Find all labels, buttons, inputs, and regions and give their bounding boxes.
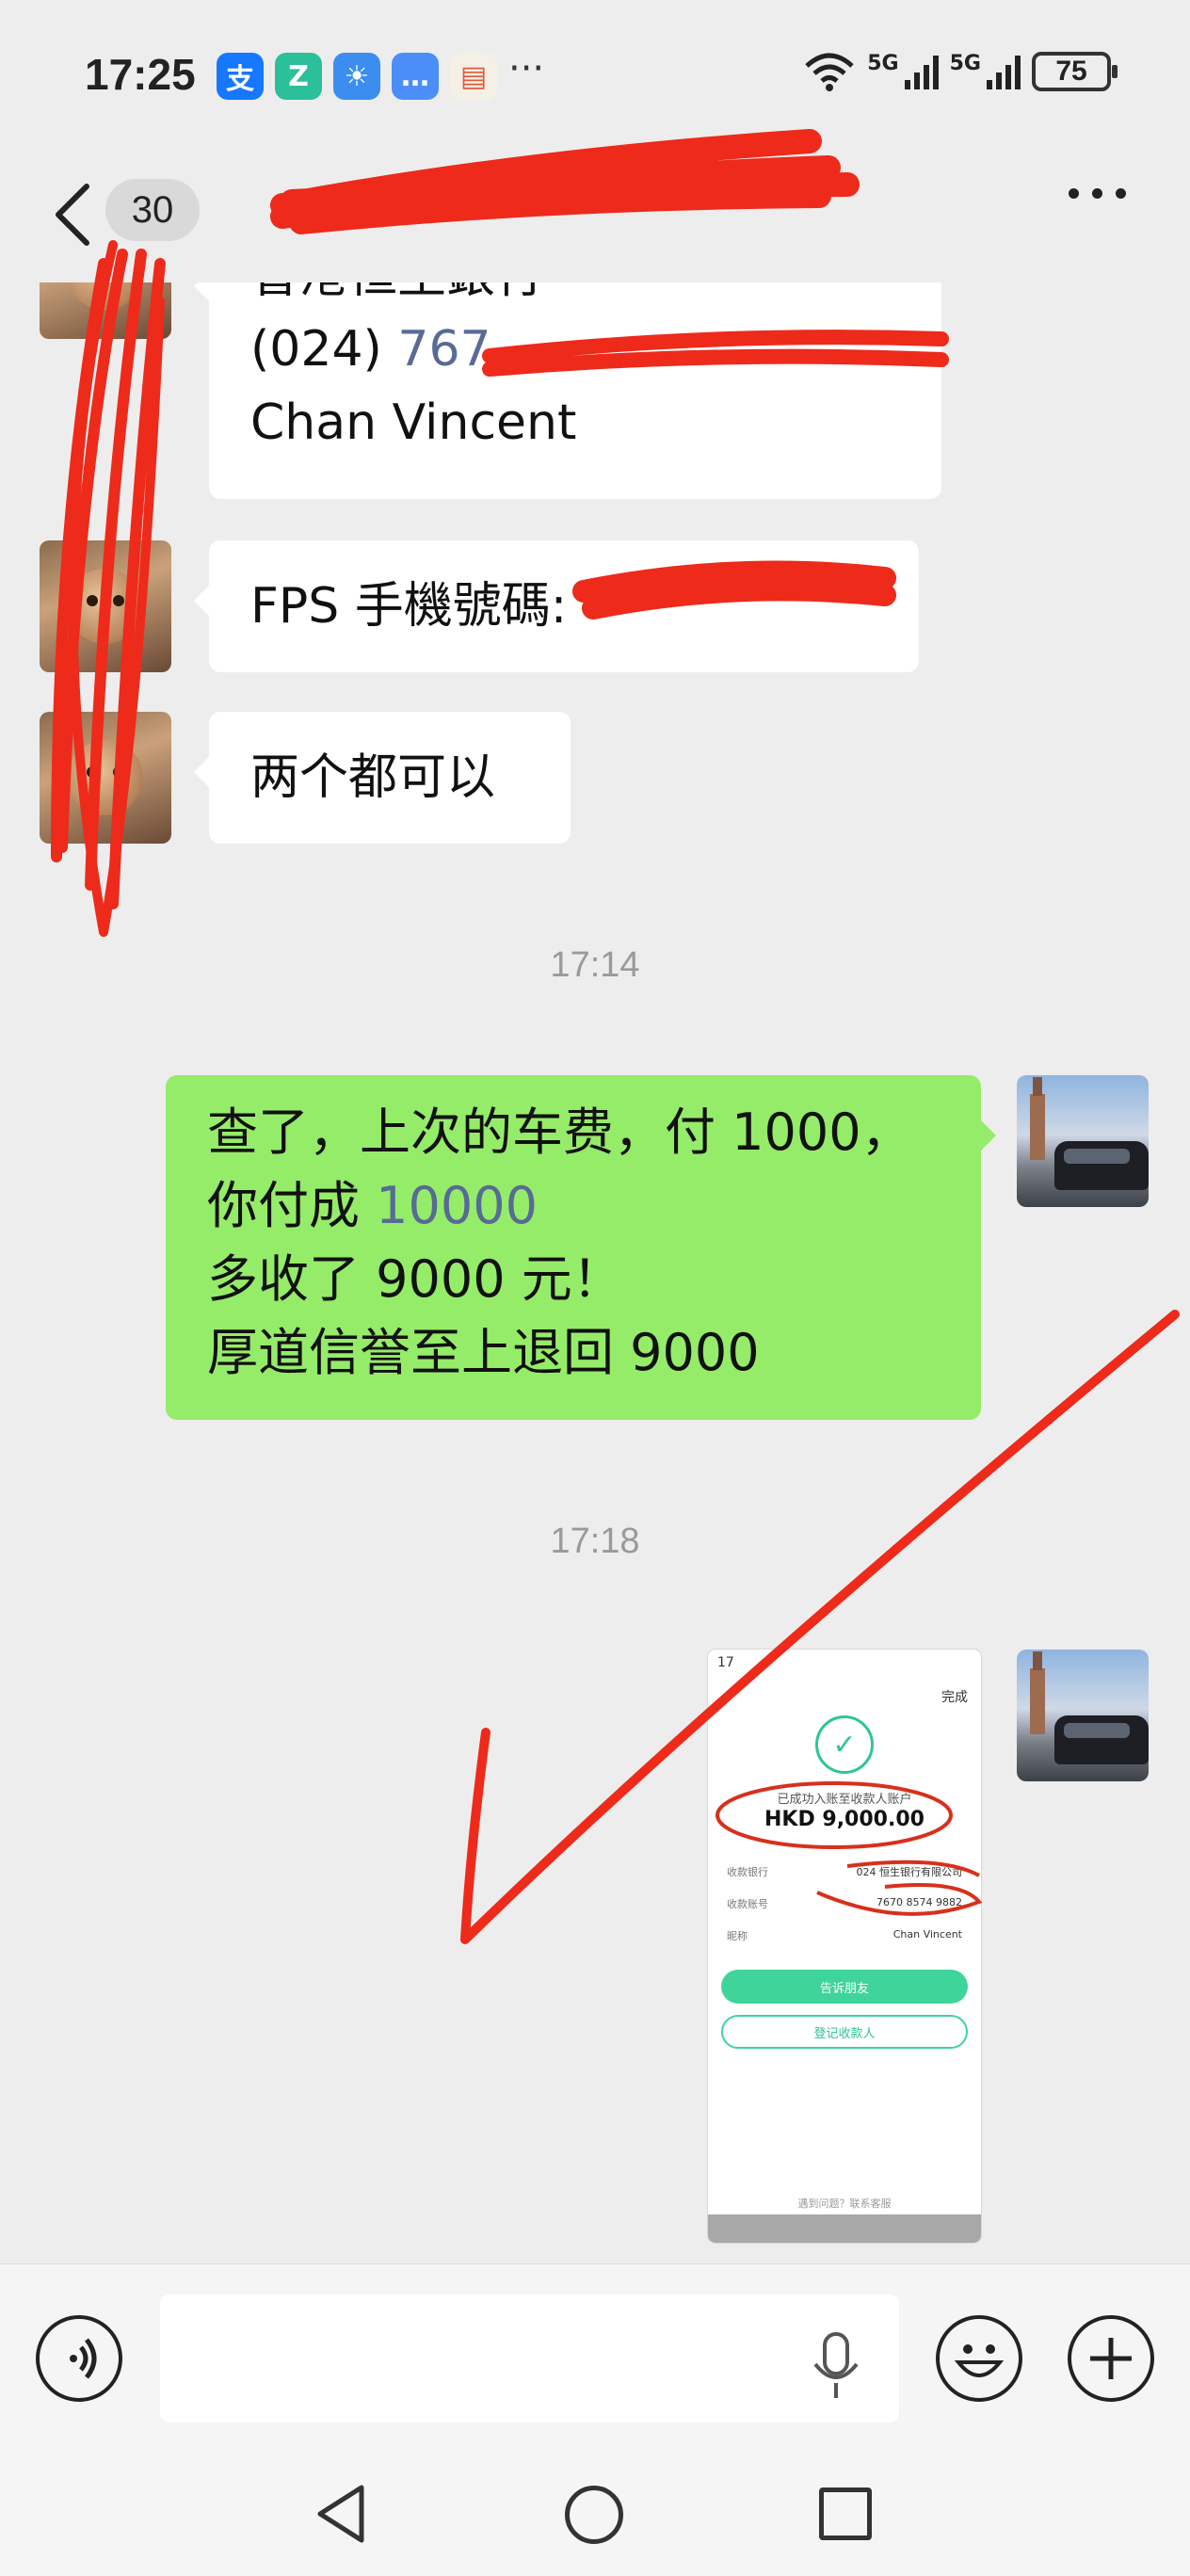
- message-line: 你付成 10000: [207, 1176, 538, 1235]
- message-icon: …: [392, 53, 439, 100]
- amount-link[interactable]: 10000: [376, 1176, 538, 1235]
- more-notifications-icon: ···: [508, 47, 545, 90]
- nav-home-icon[interactable]: [565, 2486, 623, 2544]
- network-type-1: 5G: [867, 51, 899, 75]
- image-register-payee-button: 登记收款人: [721, 2015, 968, 2049]
- image-row: 昵称 Chan Vincent: [727, 1928, 962, 1942]
- more-options-icon[interactable]: [1069, 188, 1126, 199]
- image-status-time: 17: [717, 1655, 734, 1670]
- message-line: 多收了 9000 元！: [207, 1249, 623, 1309]
- alipay-icon: 支: [217, 53, 264, 100]
- status-bar: 17:25 支 Z ☀ … ▤ ··· 5G 5G 75: [0, 0, 1190, 151]
- voice-mode-button[interactable]: [36, 2315, 122, 2402]
- voice-wave-icon: [70, 2338, 97, 2379]
- wallet-icon: ▤: [450, 53, 497, 100]
- message-text: 两个都可以: [250, 749, 496, 806]
- nav-back-icon[interactable]: [313, 2482, 369, 2546]
- my-avatar[interactable]: [1017, 1650, 1149, 1781]
- image-row: 收款银行 024 恒生银行有限公司: [727, 1866, 962, 1878]
- image-footer: 遇到问题？联系客服: [797, 2198, 892, 2210]
- status-indicators: 5G 5G 75: [803, 51, 1118, 92]
- incoming-message-bank-info[interactable]: 香港恒生銀行 (024) 767 Chan Vincent: [194, 282, 941, 499]
- friend-avatar[interactable]: [40, 282, 171, 339]
- network-type-2: 5G: [949, 51, 981, 75]
- signal-icon-1: [904, 54, 939, 89]
- incoming-message-fps[interactable]: FPS 手機號碼:: [194, 540, 919, 672]
- more-actions-button[interactable]: [1068, 2315, 1154, 2402]
- message-line: 查了，上次的车费，付 1000，: [207, 1103, 912, 1162]
- image-caption: 已成功入账至收款人账户: [777, 1793, 912, 1807]
- fps-label-text: FPS 手機號碼:: [250, 578, 568, 635]
- chat-message-list[interactable]: 香港恒生銀行 (024) 767 Chan Vincent FPS 手機號碼: …: [0, 282, 1190, 2260]
- account-holder-text: Chan Vincent: [250, 394, 577, 451]
- image-nav-bar: [708, 2214, 981, 2243]
- account-number-link[interactable]: 767: [397, 321, 490, 378]
- weather-icon: ☀: [333, 53, 380, 100]
- signal-icon-2: [987, 54, 1021, 89]
- image-amount: HKD 9,000.00: [764, 1808, 925, 1831]
- message-line: 厚道信誉至上退回 9000: [207, 1323, 760, 1382]
- timestamp: 17:18: [550, 1521, 640, 1561]
- my-avatar[interactable]: [1017, 1075, 1149, 1207]
- system-nav-bar: [0, 2452, 1190, 2576]
- outgoing-image-transfer-receipt[interactable]: 17 完成 ✓ 已成功入账至收款人账户 HKD 9,000.00 收款银行 024…: [708, 1650, 981, 2243]
- nav-recents-icon[interactable]: [819, 2487, 872, 2540]
- timestamp: 17:14: [550, 945, 640, 985]
- microphone-icon[interactable]: [810, 2330, 862, 2402]
- success-check-icon: ✓: [815, 1715, 874, 1774]
- account-number-text: (024) 767: [250, 321, 491, 378]
- back-arrow-icon[interactable]: [45, 177, 102, 252]
- smiley-icon: [954, 2344, 1005, 2377]
- unread-count-badge[interactable]: 30: [105, 179, 200, 241]
- wifi-icon: [805, 53, 854, 91]
- friend-avatar[interactable]: [40, 712, 171, 844]
- battery-icon: 75: [1032, 52, 1118, 91]
- chat-input-bar: [0, 2263, 1190, 2452]
- image-tell-friends-button: 告诉朋友: [721, 1970, 968, 2004]
- image-row: 收款账号 7670 8574 9882: [727, 1896, 962, 1910]
- battery-level: 75: [1055, 56, 1087, 87]
- image-done-label: 完成: [941, 1690, 968, 1705]
- bank-name-text: 香港恒生銀行: [250, 282, 900, 313]
- status-time: 17:25: [85, 50, 196, 99]
- outgoing-message-refund-request[interactable]: 查了，上次的车费，付 1000， 你付成 10000 多收了 9000 元！ 厚…: [166, 1075, 996, 1420]
- plus-icon: [1090, 2338, 1132, 2379]
- friend-avatar[interactable]: [40, 540, 171, 672]
- incoming-message-both-ok[interactable]: 两个都可以: [194, 712, 571, 844]
- message-input[interactable]: [160, 2294, 899, 2423]
- emoji-button[interactable]: [936, 2315, 1022, 2402]
- zhihu-icon: Z: [275, 53, 322, 100]
